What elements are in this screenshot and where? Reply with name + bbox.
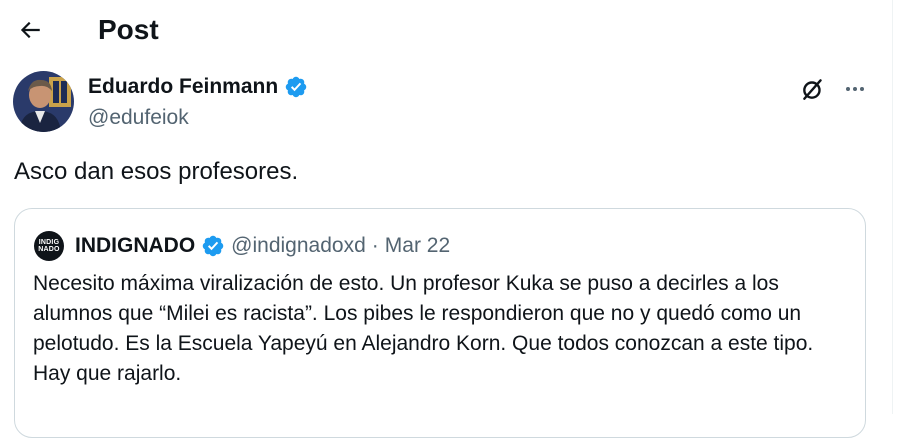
quoted-avatar-text-2: NADO bbox=[38, 246, 60, 253]
grok-icon bbox=[803, 79, 822, 100]
quoted-author-name[interactable]: INDIGNADO bbox=[75, 231, 195, 261]
author-name-row[interactable]: Eduardo Feinmann bbox=[88, 72, 308, 102]
page-header: Post bbox=[0, 0, 892, 60]
quoted-author-handle[interactable]: @indignadoxd bbox=[231, 231, 366, 261]
verified-badge-icon bbox=[201, 234, 225, 258]
author-avatar[interactable] bbox=[13, 71, 74, 132]
author-name[interactable]: Eduardo Feinmann bbox=[88, 72, 278, 102]
column-divider bbox=[892, 0, 893, 414]
quoted-post-header: INDIGNADO @indignadoxd · Mar 22 bbox=[75, 231, 450, 261]
post-text: Asco dan esos profesores. bbox=[14, 158, 299, 185]
quoted-post-text: Necesito máxima viralización de esto. Un… bbox=[33, 272, 814, 385]
quoted-author-avatar[interactable]: INDIG NADO bbox=[34, 231, 64, 261]
quoted-avatar-text-1: INDIG bbox=[38, 239, 60, 246]
arrow-left-icon bbox=[20, 21, 40, 39]
separator-dot: · bbox=[371, 234, 379, 257]
quoted-post-card[interactable]: INDIG NADO INDIGNADO @indignadoxd · Mar … bbox=[14, 208, 866, 438]
quoted-post-date[interactable]: Mar 22 bbox=[385, 231, 450, 261]
author-handle[interactable]: @edufeiok bbox=[88, 104, 189, 132]
verified-badge-icon[interactable] bbox=[284, 75, 308, 99]
back-button[interactable] bbox=[10, 10, 50, 50]
more-options-button[interactable] bbox=[838, 72, 872, 106]
more-horizontal-icon bbox=[846, 87, 864, 91]
page-title: Post bbox=[98, 14, 159, 45]
grok-button[interactable] bbox=[796, 72, 830, 106]
